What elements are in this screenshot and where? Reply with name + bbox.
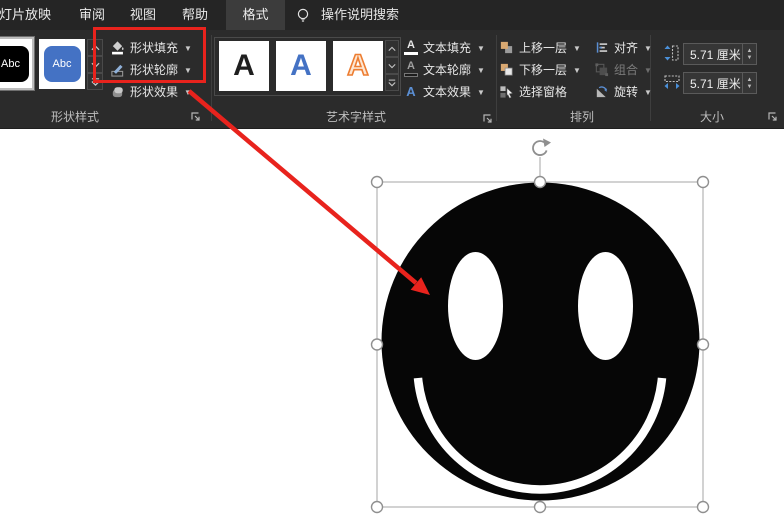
shape-styles-group-label: 形状样式 bbox=[50, 110, 99, 124]
text-effects-label: 文本效果 bbox=[423, 84, 472, 99]
shape-style-preview-blue: Abc bbox=[43, 46, 81, 82]
bring-forward-icon bbox=[500, 41, 513, 53]
dropdown-caret-icon: ▼ bbox=[573, 65, 581, 75]
chevron-up-icon bbox=[388, 46, 396, 51]
gallery-more-button[interactable] bbox=[385, 74, 399, 91]
shape-width-field[interactable]: 5.71 厘米 ▲ ▼ bbox=[683, 72, 757, 94]
text-effects-icon: A bbox=[406, 83, 416, 99]
send-backward-button[interactable]: 下移一层 ▼ bbox=[499, 60, 581, 78]
text-fill-label: 文本填充 bbox=[423, 40, 472, 55]
shape-height-value: 5.71 厘米 bbox=[690, 47, 741, 62]
dropdown-caret-icon: ▼ bbox=[644, 65, 652, 75]
align-label: 对齐 bbox=[614, 40, 639, 55]
dropdown-caret-icon: ▼ bbox=[644, 87, 652, 97]
dropdown-caret-icon: ▼ bbox=[477, 43, 485, 53]
slide-canvas[interactable] bbox=[0, 129, 784, 525]
wordart-preset-blue[interactable]: A bbox=[276, 41, 326, 91]
text-outline-icon: A bbox=[404, 61, 418, 77]
annotation-highlight-box bbox=[93, 27, 206, 83]
wordart-gallery-scrollbar bbox=[385, 40, 399, 91]
shape-height-icon bbox=[664, 45, 679, 61]
gallery-scroll-up-button[interactable] bbox=[385, 40, 399, 57]
bring-forward-button[interactable]: 上移一层 ▼ bbox=[499, 38, 581, 56]
gallery-more-icon bbox=[388, 79, 396, 87]
shape-effects-icon bbox=[112, 86, 123, 97]
shape-width-value: 5.71 厘米 bbox=[690, 76, 741, 91]
arrange-group-label: 排列 bbox=[569, 110, 594, 124]
height-spinner[interactable]: ▲ ▼ bbox=[742, 44, 756, 64]
shape-style-preset-selected[interactable]: Abc bbox=[0, 36, 35, 91]
align-icon bbox=[596, 41, 608, 53]
group-objects-icon bbox=[595, 62, 609, 76]
selection-pane-icon bbox=[500, 85, 514, 98]
text-outline-label: 文本轮廓 bbox=[423, 62, 472, 77]
wordart-letter: A bbox=[290, 49, 312, 82]
tab-slideshow[interactable]: 幻灯片放映 bbox=[0, 0, 51, 30]
selection-pane-label: 选择窗格 bbox=[519, 84, 568, 99]
group-button: 组合 ▼ bbox=[594, 60, 652, 78]
send-backward-icon bbox=[500, 63, 513, 75]
dropdown-caret-icon: ▼ bbox=[477, 87, 485, 97]
dropdown-caret-icon: ▼ bbox=[644, 43, 652, 53]
send-backward-label: 下移一层 bbox=[519, 62, 568, 77]
width-spinner[interactable]: ▲ ▼ bbox=[742, 73, 756, 93]
shape-width-icon bbox=[664, 75, 680, 89]
size-group-label: 大小 bbox=[699, 110, 724, 124]
shape-styles-dialog-launcher[interactable] bbox=[190, 111, 201, 122]
rotate-button[interactable]: 旋转 ▼ bbox=[594, 82, 652, 100]
tab-format[interactable]: 格式 bbox=[226, 0, 285, 30]
wordart-letter: A bbox=[233, 49, 255, 82]
wordart-preset-orange[interactable]: A bbox=[333, 41, 383, 91]
spinner-up-icon[interactable]: ▲ bbox=[747, 48, 753, 54]
bring-forward-label: 上移一层 bbox=[519, 40, 568, 55]
wordart-group-label: 艺术字样式 bbox=[325, 110, 386, 124]
shape-style-preset-blue[interactable]: Abc bbox=[39, 39, 85, 89]
spinner-up-icon[interactable]: ▲ bbox=[747, 77, 753, 83]
text-effects-button[interactable]: A 文本效果 ▼ bbox=[404, 82, 485, 100]
text-fill-icon: A bbox=[404, 39, 418, 55]
wordart-preset-black[interactable]: A bbox=[219, 41, 269, 91]
group-label: 组合 bbox=[614, 62, 639, 77]
wordart-letter: A bbox=[346, 48, 369, 83]
text-outline-button[interactable]: A 文本轮廓 ▼ bbox=[404, 60, 485, 78]
rotate-icon bbox=[596, 85, 607, 97]
dropdown-caret-icon: ▼ bbox=[573, 43, 581, 53]
shape-style-preview-black: Abc bbox=[0, 45, 29, 82]
rotate-label: 旋转 bbox=[614, 84, 639, 99]
group-separator bbox=[211, 35, 212, 121]
tab-help[interactable]: 帮助 bbox=[182, 0, 208, 30]
spinner-down-icon[interactable]: ▼ bbox=[747, 55, 753, 61]
ribbon-tab-bar: 幻灯片放映 审阅 视图 帮助 格式 操作说明搜索 bbox=[0, 0, 784, 30]
text-fill-button[interactable]: A 文本填充 ▼ bbox=[404, 38, 485, 56]
tab-review[interactable]: 审阅 bbox=[79, 0, 105, 30]
chevron-down-icon bbox=[388, 63, 396, 68]
dropdown-caret-icon: ▼ bbox=[477, 65, 485, 75]
group-separator bbox=[496, 35, 497, 121]
shape-effects-label: 形状效果 bbox=[130, 84, 179, 99]
spinner-down-icon[interactable]: ▼ bbox=[747, 84, 753, 90]
lightbulb-icon bbox=[297, 8, 309, 22]
tab-view[interactable]: 视图 bbox=[130, 0, 156, 30]
selection-pane-button[interactable]: 选择窗格 bbox=[499, 82, 567, 100]
align-button[interactable]: 对齐 ▼ bbox=[594, 38, 652, 56]
shape-effects-button[interactable]: 形状效果 ▼ bbox=[110, 82, 192, 100]
size-dialog-launcher[interactable] bbox=[767, 111, 778, 122]
wordart-dialog-launcher[interactable] bbox=[482, 113, 493, 124]
dropdown-caret-icon: ▼ bbox=[184, 87, 192, 97]
tell-me-search[interactable]: 操作说明搜索 bbox=[321, 0, 399, 30]
powerpoint-format-ribbon-window: 幻灯片放映 审阅 视图 帮助 格式 操作说明搜索 Abc Abc bbox=[0, 0, 784, 525]
gallery-scroll-down-button[interactable] bbox=[385, 57, 399, 74]
shape-height-field[interactable]: 5.71 厘米 ▲ ▼ bbox=[683, 43, 757, 65]
